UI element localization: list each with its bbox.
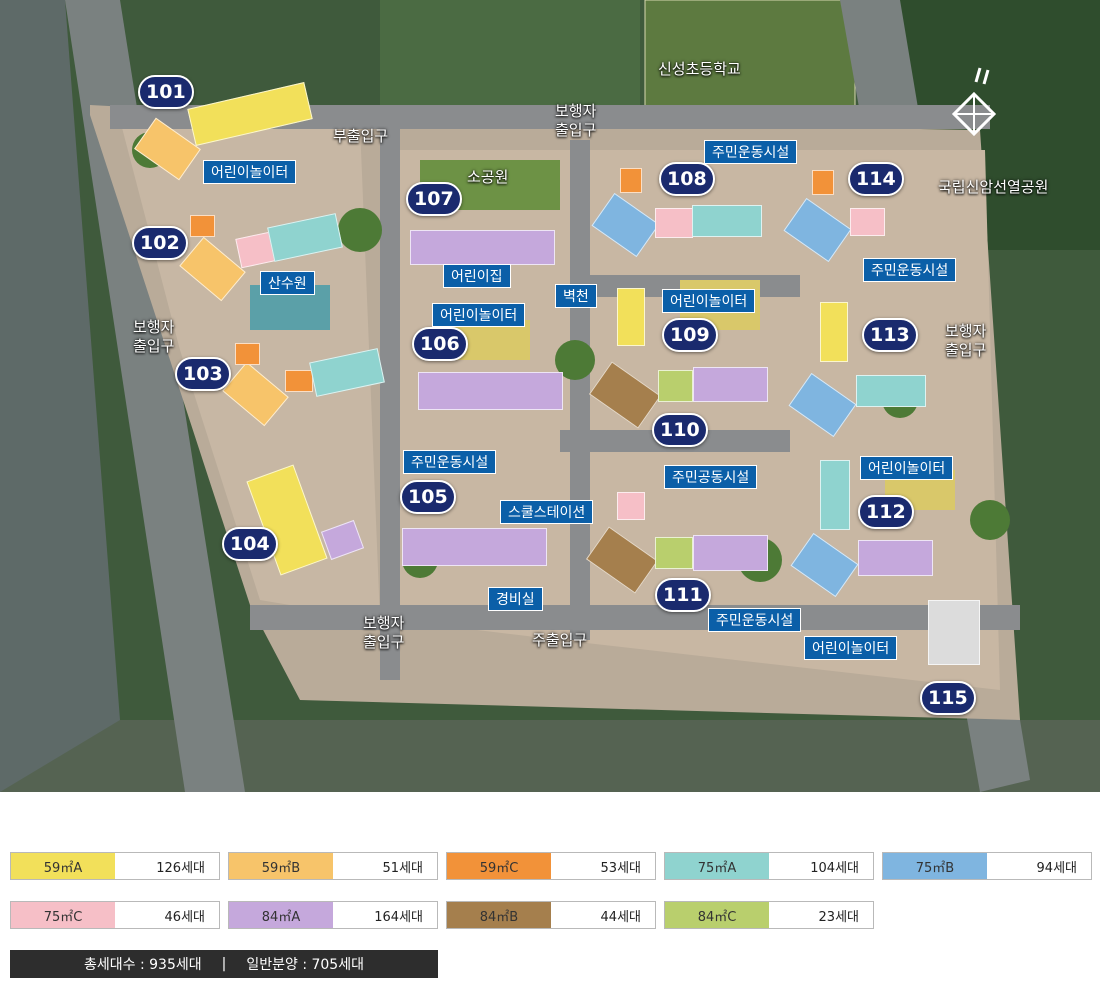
legend-swatch: 59㎡A xyxy=(11,853,115,879)
legend-swatch: 84㎡B xyxy=(447,902,551,928)
legend-swatch: 59㎡B xyxy=(229,853,333,879)
building-block-115 xyxy=(928,600,980,665)
label-playground-4: 어린이놀이터 xyxy=(860,456,954,480)
building-block-111-d xyxy=(693,535,768,571)
building-block-108-c xyxy=(655,208,693,238)
building-number-112: 112 xyxy=(858,495,914,529)
legend-panel: 59㎡A 126세대 59㎡B 51세대 59㎡C 53세대 75㎡A 104세… xyxy=(0,792,1100,984)
legend-item-84c: 84㎡C 23세대 xyxy=(664,901,874,929)
summary-general: 일반분양 : 705세대 xyxy=(246,957,364,973)
legend-item-84b: 84㎡B 44세대 xyxy=(446,901,656,929)
label-daycare: 어린이집 xyxy=(443,264,511,288)
building-block-110-c xyxy=(693,367,768,402)
legend-swatch: 75㎡C xyxy=(11,902,115,928)
building-number-110: 110 xyxy=(652,413,708,447)
label-guard: 경비실 xyxy=(488,587,543,611)
legend-count: 51세대 xyxy=(333,853,437,879)
legend-count: 53세대 xyxy=(551,853,655,879)
label-wall: 벽천 xyxy=(555,284,597,308)
building-block-113-a xyxy=(820,302,848,362)
site-plan-map: 101 102 103 104 105 106 107 108 109 110 … xyxy=(0,0,1100,792)
label-community: 주민공동시설 xyxy=(664,465,758,489)
legend-item-75b: 75㎡B 94세대 xyxy=(882,852,1092,880)
building-block-114-b xyxy=(812,170,834,195)
legend-swatch: 75㎡A xyxy=(665,853,769,879)
building-block-111-b xyxy=(617,492,645,520)
building-block-110-b xyxy=(658,370,693,402)
legend-swatch: 84㎡A xyxy=(229,902,333,928)
legend-count: 126세대 xyxy=(115,853,219,879)
legend-count: 104세대 xyxy=(769,853,873,879)
building-number-115: 115 xyxy=(920,681,976,715)
building-block-105 xyxy=(402,528,547,566)
building-block-108-b xyxy=(620,168,642,193)
label-park: 국립신암선열공원 xyxy=(938,178,1049,196)
label-garden: 산수원 xyxy=(260,271,315,295)
building-block-102-b xyxy=(190,215,215,237)
legend-count: 46세대 xyxy=(115,902,219,928)
building-number-105: 105 xyxy=(400,480,456,514)
building-block-103-b xyxy=(235,343,260,365)
label-fitness-3: 주민운동시설 xyxy=(403,450,497,474)
building-number-104: 104 xyxy=(222,527,278,561)
label-fitness-2: 주민운동시설 xyxy=(863,258,957,282)
label-playground-1: 어린이놀이터 xyxy=(203,160,297,184)
building-block-112-a xyxy=(820,460,850,530)
building-block-112-c xyxy=(858,540,933,576)
label-ped-entrance-east: 보행자 출입구 xyxy=(945,322,987,359)
building-number-106: 106 xyxy=(412,327,468,361)
summary-total: 총세대수 : 935세대 xyxy=(84,957,202,973)
label-school: 신성초등학교 xyxy=(658,60,741,78)
label-ped-entrance-south: 보행자 출입구 xyxy=(363,614,405,651)
label-fitness-4: 주민운동시설 xyxy=(708,608,802,632)
building-block-108-d xyxy=(692,205,762,237)
legend-item-84a: 84㎡A 164세대 xyxy=(228,901,438,929)
legend-item-59b: 59㎡B 51세대 xyxy=(228,852,438,880)
summary-separator: | xyxy=(221,956,227,972)
label-ped-entrance-north: 보행자 출입구 xyxy=(555,102,597,139)
legend-swatch: 84㎡C xyxy=(665,902,769,928)
north-arrow-icon xyxy=(951,67,997,137)
building-block-114-c xyxy=(850,208,885,236)
legend-item-75a: 75㎡A 104세대 xyxy=(664,852,874,880)
building-number-111: 111 xyxy=(655,578,711,612)
building-block-109 xyxy=(617,288,645,346)
building-block-113-c xyxy=(856,375,926,407)
legend-swatch: 59㎡C xyxy=(447,853,551,879)
legend-count: 164세대 xyxy=(333,902,437,928)
label-sub-entrance: 부출입구 xyxy=(333,127,389,145)
legend-count: 23세대 xyxy=(769,902,873,928)
building-number-108: 108 xyxy=(659,162,715,196)
label-ped-entrance-west: 보행자 출입구 xyxy=(133,318,175,355)
building-block-103-c xyxy=(285,370,313,392)
building-block-107 xyxy=(410,230,555,265)
building-block-106 xyxy=(418,372,563,410)
building-block-111-c xyxy=(655,537,693,569)
building-number-114: 114 xyxy=(848,162,904,196)
building-number-109: 109 xyxy=(662,318,718,352)
label-school-station: 스쿨스테이션 xyxy=(500,500,594,524)
label-small-park: 소공원 xyxy=(467,168,509,186)
building-number-101: 101 xyxy=(138,75,194,109)
legend-item-59a: 59㎡A 126세대 xyxy=(10,852,220,880)
legend-item-59c: 59㎡C 53세대 xyxy=(446,852,656,880)
legend-count: 94세대 xyxy=(987,853,1091,879)
summary-bar: 총세대수 : 935세대 | 일반분양 : 705세대 xyxy=(10,950,438,978)
label-playground-2: 어린이놀이터 xyxy=(432,303,526,327)
legend-item-75c: 75㎡C 46세대 xyxy=(10,901,220,929)
label-playground-5: 어린이놀이터 xyxy=(804,636,898,660)
building-number-103: 103 xyxy=(175,357,231,391)
legend-count: 44세대 xyxy=(551,902,655,928)
label-main-entrance: 주출입구 xyxy=(532,631,588,649)
building-number-113: 113 xyxy=(862,318,918,352)
label-playground-3: 어린이놀이터 xyxy=(662,289,756,313)
label-fitness-1: 주민운동시설 xyxy=(704,140,798,164)
legend-swatch: 75㎡B xyxy=(883,853,987,879)
building-number-107: 107 xyxy=(406,182,462,216)
building-number-102: 102 xyxy=(132,226,188,260)
